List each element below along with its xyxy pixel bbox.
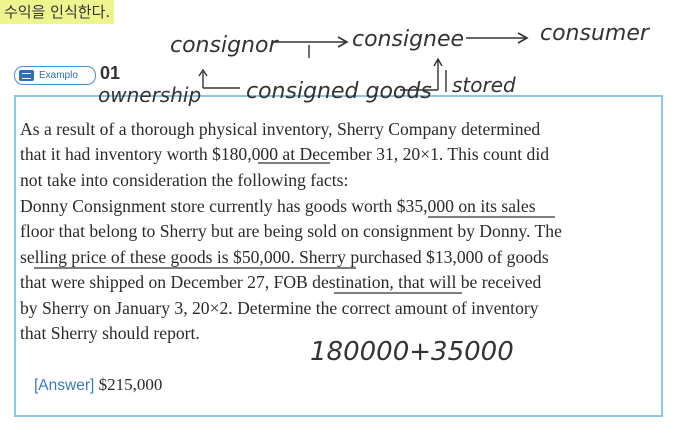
text-line: Donny Consignment store currently has go… [20, 196, 536, 216]
section-heading-korean: 수익을 인식한다. [0, 0, 115, 24]
handwritten-stored: stored [452, 73, 516, 97]
answer-label: [Answer] [34, 377, 95, 394]
text-line: by Sherry on January 3, 20×2. Determine … [20, 297, 539, 318]
handwritten-consignee: consignee [352, 27, 464, 52]
arrow-head-icon [433, 57, 443, 67]
example-label: Examplo [39, 70, 78, 81]
problem-paragraph-1: As a result of a thorough physical inven… [20, 117, 645, 193]
text-line: that were shipped on December 27, FOB de… [20, 272, 542, 293]
answer-value: $215,000 [98, 375, 163, 394]
arrow-head-icon [198, 68, 208, 77]
text-line: selling price of these goods is $50,000.… [20, 246, 549, 267]
text-line: that Sherry should report. [20, 323, 200, 344]
answer-line: [Answer] $215,000 [34, 375, 162, 395]
example-number: 01 [100, 63, 121, 83]
problem-paragraph-2: Donny Consignment store currently has go… [20, 194, 645, 346]
text-line: floor that belong to Sherry but are bein… [20, 221, 562, 242]
handwritten-consignor: consignor [170, 33, 279, 58]
book-icon [19, 70, 34, 81]
text-line: As a result of a thorough physical inven… [20, 119, 541, 139]
handwritten-consumer: consumer [540, 21, 651, 46]
arrow-head-icon [337, 36, 349, 48]
arrow-head-icon [517, 32, 529, 44]
example-badge: Examplo [14, 66, 96, 85]
text-line: that it had inventory worth $180,000 at … [20, 144, 550, 165]
text-line: not take into consideration the followin… [20, 169, 349, 190]
